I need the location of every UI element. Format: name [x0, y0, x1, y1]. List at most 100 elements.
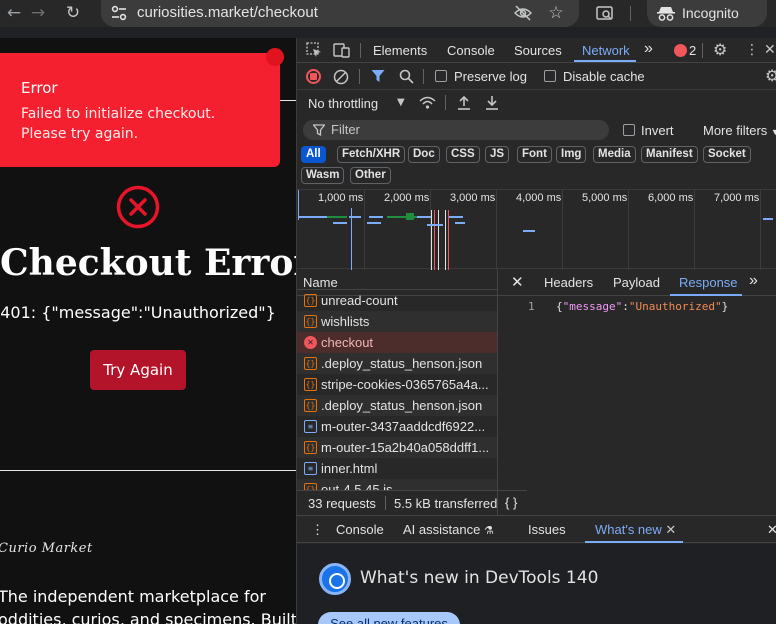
name-column-label: Name: [303, 275, 338, 290]
drawer-menu-icon[interactable]: ⋮: [311, 522, 324, 538]
tab-response[interactable]: Response: [679, 275, 738, 290]
error-badge-icon: [674, 44, 687, 57]
request-row[interactable]: {} unread-count: [297, 290, 497, 311]
preserve-log-checkbox[interactable]: [435, 70, 447, 82]
error-detail: 401: {"message":"Unauthorized"}: [0, 303, 276, 322]
checkout-page: Error Failed to initialize checkout. Ple…: [0, 38, 296, 624]
tab-headers[interactable]: Headers: [544, 275, 593, 290]
request-name: inner.html: [321, 461, 378, 476]
request-row[interactable]: {} .deploy_status_henson.json: [297, 353, 497, 374]
inspect-element-icon[interactable]: [306, 42, 322, 58]
chrome-logo-icon: [319, 563, 351, 595]
timeline-bar: [369, 216, 383, 218]
request-row[interactable]: {} m-outer-15a2b40a058ddff1...: [297, 437, 497, 458]
error-count-badge[interactable]: 2: [674, 43, 696, 58]
more-tabs-chevron-icon[interactable]: »: [644, 40, 653, 58]
toolbar-divider: [630, 6, 631, 21]
chip-other[interactable]: Other: [350, 167, 391, 184]
request-row[interactable]: ≡ inner.html: [297, 458, 497, 479]
chip-manifest[interactable]: Manifest: [641, 146, 698, 163]
address-bar[interactable]: curiosities.market/checkout ☆: [101, 0, 579, 27]
filter-input[interactable]: Filter: [303, 120, 609, 140]
close-detail-icon[interactable]: ✕: [511, 273, 524, 291]
import-har-icon[interactable]: [457, 95, 471, 110]
ai-assistance-label: AI assistance: [403, 522, 481, 537]
timeline-gridline: [694, 190, 695, 270]
timeline-marker: [438, 210, 439, 270]
filter-icon: [313, 124, 325, 137]
chip-font[interactable]: Font: [517, 146, 552, 163]
request-row-selected[interactable]: ✕ checkout: [297, 332, 497, 353]
toast-close-dot[interactable]: [266, 48, 284, 66]
chip-img[interactable]: Img: [556, 146, 587, 163]
chip-fetch-xhr[interactable]: Fetch/XHR: [337, 146, 406, 163]
drawer-tab-issues[interactable]: Issues: [528, 522, 566, 537]
tab-console[interactable]: Console: [447, 43, 495, 58]
throttling-select[interactable]: No throttling: [308, 96, 378, 111]
chevron-down-icon[interactable]: ▼: [397, 95, 405, 111]
devtools-drawer: ⋮ Console AI assistance ⚗ Issues What's …: [297, 515, 776, 624]
network-conditions-icon[interactable]: [419, 96, 436, 110]
network-overview-timeline[interactable]: 1,000 ms 2,000 ms 3,000 ms 4,000 ms 5,00…: [297, 189, 776, 270]
tab-sources[interactable]: Sources: [514, 43, 562, 58]
tab-network[interactable]: Network: [582, 43, 630, 58]
chip-css[interactable]: CSS: [446, 146, 480, 163]
export-har-icon[interactable]: [485, 95, 499, 110]
network-settings-gear-icon[interactable]: ⚙: [765, 68, 776, 84]
drawer-tab-bar: ⋮ Console AI assistance ⚗ Issues What's …: [297, 516, 776, 543]
invert-checkbox[interactable]: [623, 124, 635, 136]
clear-log-icon[interactable]: [333, 69, 349, 85]
drawer-tab-console[interactable]: Console: [336, 522, 384, 537]
device-toolbar-icon[interactable]: [333, 42, 350, 58]
throttling-row: No throttling ▼: [297, 91, 776, 115]
reload-icon[interactable]: ↻: [63, 3, 83, 23]
filter-funnel-icon[interactable]: [371, 69, 385, 84]
back-arrow-icon[interactable]: ←: [4, 3, 24, 23]
timeline-bar: [417, 216, 431, 218]
request-row[interactable]: {} wishlists: [297, 311, 497, 332]
settings-gear-icon[interactable]: ⚙: [713, 42, 727, 58]
kebab-menu-icon[interactable]: ⋮: [745, 42, 759, 58]
tab-search-icon[interactable]: [596, 5, 614, 22]
site-info-icon[interactable]: [111, 5, 127, 21]
request-row[interactable]: {} out-4.5.45.js: [297, 479, 497, 490]
eye-off-icon[interactable]: [514, 5, 532, 21]
try-again-button[interactable]: Try Again: [90, 350, 186, 390]
forward-arrow-icon[interactable]: →: [28, 3, 48, 23]
resource-type-filters: All Fetch/XHR Doc CSS JS Font Img Media …: [301, 146, 776, 190]
response-json: {"message":"Unauthorized"}: [556, 300, 728, 313]
close-tab-icon[interactable]: ✕: [665, 522, 676, 537]
drawer-tab-ai-assistance[interactable]: AI assistance ⚗: [403, 522, 494, 537]
pretty-print-icon[interactable]: { }: [505, 495, 517, 510]
disable-cache-checkbox[interactable]: [544, 70, 556, 82]
chip-media[interactable]: Media: [593, 146, 636, 163]
browser-toolbar: ← → ↻ curiosities.market/checkout ☆ Inco…: [0, 0, 776, 27]
active-tab-indicator: [574, 60, 636, 62]
timeline-marker: [434, 210, 435, 270]
incognito-indicator[interactable]: Incognito: [647, 0, 767, 27]
search-icon[interactable]: [399, 69, 414, 84]
chip-js[interactable]: JS: [485, 146, 510, 163]
request-row[interactable]: {} stripe-cookies-0365765a4a...: [297, 374, 497, 395]
more-filters-dropdown[interactable]: More filters ▼: [703, 123, 776, 138]
tab-payload[interactable]: Payload: [613, 275, 660, 290]
brand-logo[interactable]: Curio Market: [0, 541, 93, 556]
url-text[interactable]: curiosities.market/checkout: [137, 4, 318, 21]
stop-recording-icon[interactable]: [306, 69, 321, 84]
request-name: m-outer-3437aaddcdf6922...: [321, 419, 486, 434]
close-drawer-icon[interactable]: ✕: [767, 522, 776, 538]
close-devtools-icon[interactable]: ✕: [764, 42, 776, 58]
more-detail-tabs-chevron-icon[interactable]: »: [749, 272, 758, 290]
tab-elements[interactable]: Elements: [373, 43, 427, 58]
drawer-tab-whats-new[interactable]: What's new ✕: [595, 522, 676, 538]
request-row[interactable]: ≡ m-outer-3437aaddcdf6922...: [297, 416, 497, 437]
chip-all[interactable]: All: [301, 146, 326, 163]
timeline-bar: [455, 222, 465, 224]
chip-socket[interactable]: Socket: [703, 146, 751, 163]
bookmark-star-icon[interactable]: ☆: [546, 3, 566, 23]
footer-divider: [0, 470, 296, 471]
chip-wasm[interactable]: Wasm: [301, 167, 345, 184]
chip-doc[interactable]: Doc: [408, 146, 440, 163]
see-all-features-button[interactable]: See all new features: [318, 612, 460, 624]
request-row[interactable]: {} .deploy_status_henson.json: [297, 395, 497, 416]
